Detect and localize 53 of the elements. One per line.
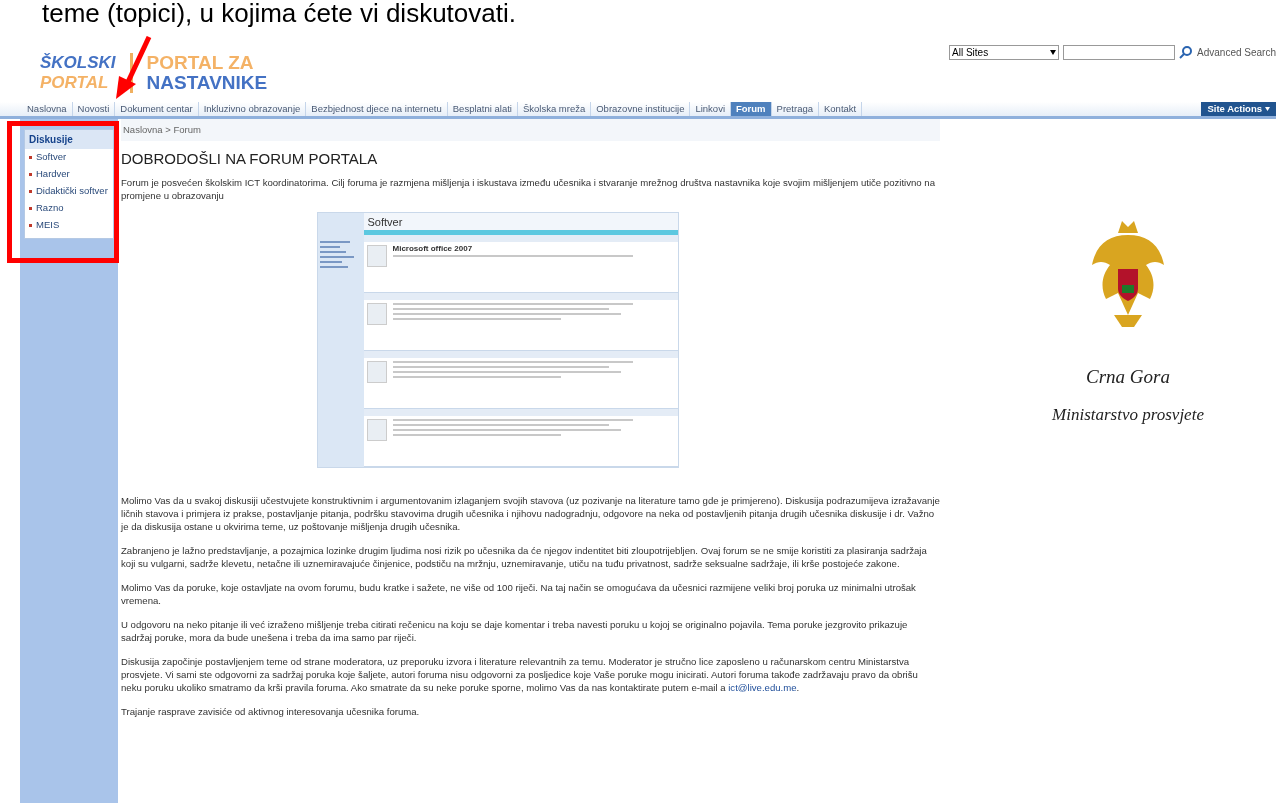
bullet-icon <box>29 207 32 210</box>
sidebar-title: Diskusije <box>25 130 113 149</box>
sidebar-link[interactable]: Softver <box>36 150 67 165</box>
logo-text: ŠKOLSKI <box>40 53 116 73</box>
search-icon[interactable] <box>1179 45 1194 59</box>
rules-paragraph: U odgovoru na neko pitanje ili već izraženo mišljenje treba citirati rečenicu na koju se daje komentar i treba navesti poruku u kojoj se originalno pojavila. Tema poruke jezgrovito prikazuje sadržaj poruke, mora da bude unešena i treba da ima samo par riječi. <box>121 618 909 644</box>
post-title: Microsoft office 2007 <box>392 245 474 253</box>
rules-paragraph: Molimo Vas da u svakoj diskusiji učestvujete konstruktivnim i argumentovanim izlaganjem svojih stavova (uz pozivanje na literature tamo gde je primjereno). Diskusija podrazumijeva izražavanje ličnih stavova i primjera iz prakse, postavljanje pitanja, podršku stavovima drugih učesnika i njihovu nadogradnju, odgovore na neka od postavljenih pitanja drugih učesnika diskusije i dr. Važno je da diskusija ostane u okvirima teme, uz poštovanje mišljenja drugih učesnika. <box>121 494 940 533</box>
scope-dropdown[interactable]: All Sites <box>949 45 1060 60</box>
rules-paragraph: Zabranjeno je lažno predstavljanje, a pozajmica lozinke drugim ljudima nosi rizik po učesnika da će njegov indentitet biti zloupotrijebljen. Ovaj forum se ne smije koristiti za plasiranja sadržaja koji su vulgarni, sadrže klevetu, netačne ili uznemiravajuće činjenice, podstiču na mržnju, uznemiravanje, utiču na tuđu privatnost, sadrže seksualne sadržaje, ili krše postojeće zakone. <box>121 544 928 570</box>
rules-paragraph: Diskusija započinje postavljenjem teme od strane moderatora, uz preporuku izvora i literature relevantnih za temu. Moderator je stručno lice zaposleno u računarskom centru Ministarstva prosvjete. Vi sami ste odgovorni za sadržaj poruka koje šaljete, autori foruma nisu odgovorni za posljedice koje Vaše poruke mogu inicirati. Autori foruma takođe zadržavaju pravo da obrišu neku poruku ukoliko smatramo da krši pravila foruma. Ako smatrate da su neke poruke sporne, molimo Vas da nas kontaktirate putem e-mail a ict@live.edu.me. <box>121 655 919 694</box>
avatar-icon <box>366 303 387 325</box>
bullet-icon <box>29 190 32 193</box>
menu-lines-drawing <box>319 241 354 271</box>
site-actions-button[interactable]: Site Actions <box>1201 102 1276 116</box>
breadcrumb: Naslovna > Forum <box>123 122 201 137</box>
avatar-icon <box>366 419 387 441</box>
logo-text: PORTAL ZA <box>146 53 255 73</box>
caret-icon <box>1050 50 1057 55</box>
nav-tab[interactable]: Novosti <box>72 102 116 116</box>
nav-tab[interactable]: Školska mreža <box>517 102 592 116</box>
avatar-icon <box>366 361 387 383</box>
bullet-icon <box>29 224 32 227</box>
nav-tab[interactable]: Dokument centar <box>115 102 199 116</box>
nav-tab[interactable]: Bezbjednost djece na internetu <box>306 102 448 116</box>
nav-tab[interactable]: Naslovna <box>22 102 73 116</box>
logo-text: NASTAVNIKE <box>146 73 268 93</box>
nav-tab[interactable]: Inkluzivno obrazovanje <box>198 102 307 116</box>
sidebar-link[interactable]: Didaktički softver <box>36 184 108 199</box>
advanced-search-link[interactable]: Advanced Search <box>1197 45 1276 60</box>
search-field[interactable] <box>1063 45 1176 60</box>
caret-icon <box>1265 107 1270 111</box>
rules-paragraph: Molimo Vas da poruke, koje ostavljate na ovom forumu, budu kratke i sažete, ne više od 100 riječi. Na taj način se omogućava da učesnici razmijene veliki broj poruka uz minimalni utrošak vremena. <box>121 581 917 607</box>
closing-text: Trajanje rasprave zavisiće od aktivnog interesovanja učesnika foruma. <box>121 705 421 718</box>
nav-tab[interactable]: Obrazovne institucije <box>591 102 691 116</box>
sidebar-link[interactable]: MEIS <box>36 218 60 233</box>
bullet-icon <box>29 156 32 159</box>
intro-text: Forum je posvećen školskim ICT koordinatorima. Cilj foruma je razmjena mišljenja i iskustava između učesnika i stvaranje mrežnog društva nastavnika koje svojim mišljenjem utiče pozitivno na promjene u obrazovanju <box>121 176 937 202</box>
nav-tab[interactable]: Besplatni alati <box>447 102 518 116</box>
sidebar-link[interactable]: Razno <box>36 201 64 216</box>
slide-text: teme (topici), u kojima ćete vi diskutovati. <box>42 0 516 26</box>
nav-tab[interactable]: Forum <box>731 102 772 116</box>
sidebar-link[interactable]: Hardver <box>36 167 70 182</box>
emblem-caption: Ministarstvo prosvjete <box>1052 403 1204 426</box>
screenshot-title: Softver <box>367 216 403 230</box>
bullet-icon <box>29 173 32 176</box>
page-heading: DOBRODOŠLI NA FORUM PORTALA <box>121 151 379 166</box>
nav-tab[interactable]: Kontakt <box>819 102 863 116</box>
nav-tab[interactable]: Pretraga <box>771 102 819 116</box>
email-link[interactable]: ict@live.edu.me <box>728 682 797 693</box>
emblem-caption: Crna Gora <box>1086 365 1170 389</box>
avatar-icon <box>366 245 387 267</box>
logo-text: PORTAL <box>40 73 110 93</box>
